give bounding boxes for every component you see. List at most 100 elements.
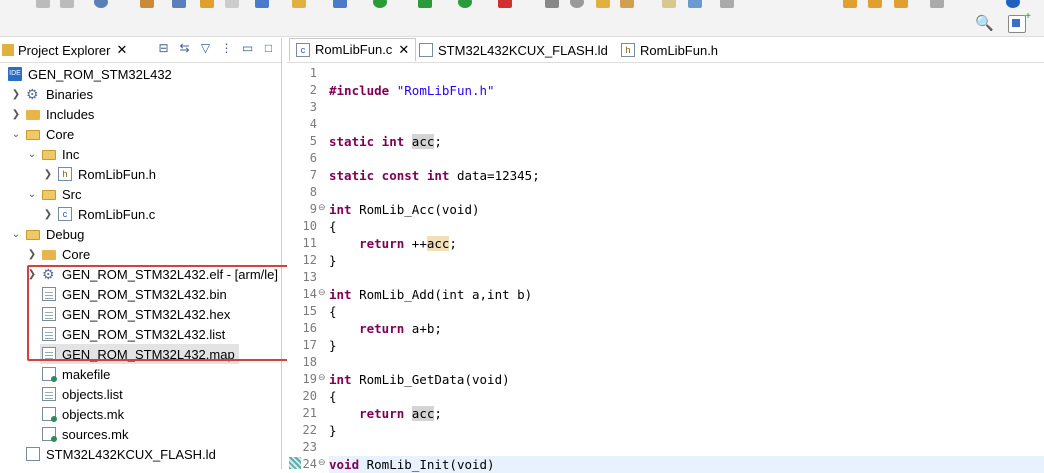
chevron-right-icon[interactable]: ❯	[10, 89, 22, 100]
toolbar-pin-icon[interactable]	[894, 0, 908, 8]
line-number: 11	[302, 236, 317, 250]
tree-item-sources-mk[interactable]: sources.mk	[42, 424, 128, 444]
tree-item-label: RomLibFun.h	[78, 166, 157, 182]
toolbar-edit-icon[interactable]	[688, 0, 702, 8]
header-file-icon: h	[621, 43, 635, 57]
tab-label: STM32L432KCUX_FLASH.ld	[438, 42, 608, 58]
tree-item-objects-mk[interactable]: objects.mk	[42, 404, 124, 424]
tree-item-makefile[interactable]: makefile	[42, 364, 110, 384]
tree-item-romlibfun-h[interactable]: ❯ h RomLibFun.h	[42, 164, 156, 184]
toolbar-c-file-icon[interactable]	[255, 0, 269, 8]
chevron-right-icon[interactable]: ❯	[42, 209, 54, 220]
search-icon[interactable]: 🔍	[975, 14, 994, 32]
toolbar-info-icon[interactable]	[1006, 0, 1020, 8]
tree-item-includes[interactable]: ❯ Includes	[10, 104, 95, 124]
close-icon[interactable]: ✕	[116, 42, 127, 58]
tree-item-binaries[interactable]: ❯ ⚙ Binaries	[10, 84, 93, 104]
chevron-right-icon[interactable]: ❯	[26, 249, 38, 260]
linker-file-icon	[26, 447, 40, 461]
code-token: RomLib_GetData(void)	[351, 372, 510, 387]
chevron-down-icon[interactable]: ⌄	[26, 149, 38, 160]
linker-file-icon	[419, 43, 433, 57]
maximize-icon[interactable]: □	[262, 42, 275, 55]
toolbar-save-icon[interactable]	[36, 0, 50, 8]
folder-icon	[26, 130, 40, 140]
filter-icon[interactable]: ▽	[199, 42, 212, 55]
tree-item-src[interactable]: ⌄ Src	[26, 184, 82, 204]
toolbar-open-folder-icon[interactable]	[596, 0, 610, 8]
tree-item-label: objects.list	[62, 386, 123, 402]
view-menu-icon[interactable]: ⋮	[220, 42, 233, 55]
toolbar-new-file-icon[interactable]	[333, 0, 347, 8]
toolbar-stop-icon[interactable]	[498, 0, 512, 8]
toolbar-hammer-icon[interactable]	[140, 0, 154, 8]
folder-icon	[42, 250, 56, 260]
line-number: 20	[302, 389, 317, 403]
close-icon[interactable]: ✕	[398, 42, 409, 58]
code-token: return	[359, 321, 405, 336]
toolbar-gear-icon[interactable]	[570, 0, 584, 8]
code-token: return	[359, 236, 405, 251]
tab-romlibfun-c[interactable]: c RomLibFun.c ✕	[289, 38, 417, 62]
toolbar-globe-icon[interactable]	[94, 0, 108, 8]
code-token: RomLib_Add(int a,int b)	[351, 287, 533, 302]
code-token: return	[359, 406, 405, 421]
tab-romlibfun-h[interactable]: h RomLibFun.h	[621, 38, 718, 62]
toolbar-highlight-icon[interactable]	[662, 0, 676, 8]
toolbar-prev-edit-icon[interactable]	[843, 0, 857, 8]
toolbar-search-tool-icon[interactable]	[545, 0, 559, 8]
code-token: RomLib_Init(void)	[359, 457, 495, 472]
project-explorer-panel: Project Explorer ✕ ⊟ ⇆ ▽ ⋮ ▭ □ IDE GEN_R…	[0, 38, 282, 469]
chevron-right-icon[interactable]: ❯	[42, 169, 54, 180]
toolbar-folder-icon[interactable]	[292, 0, 306, 8]
toolbar-play-icon[interactable]	[458, 0, 472, 8]
fold-toggle-icon[interactable]: ⊖	[318, 457, 326, 468]
tab-flash-ld[interactable]: STM32L432KCUX_FLASH.ld	[419, 38, 608, 62]
chevron-down-icon[interactable]: ⌄	[26, 189, 38, 200]
line-number-gutter: 1 2 3 4 5 6 7 8 9 ⊖ 10 11 12 13 14 ⊖ 15 …	[287, 63, 327, 471]
code-token: acc	[411, 406, 435, 421]
code-line-20: {	[329, 388, 337, 405]
chevron-down-icon[interactable]: ⌄	[10, 129, 22, 140]
chevron-down-icon[interactable]: ⌄	[10, 229, 22, 240]
c-file-icon: c	[58, 207, 72, 221]
explorer-toolbar: ⊟ ⇆ ▽ ⋮ ▭ □	[157, 42, 275, 55]
tree-item-debug-core[interactable]: ❯ Core	[26, 244, 90, 264]
chevron-right-icon[interactable]: ❯	[10, 109, 22, 120]
code-token: void	[329, 457, 360, 472]
collapse-all-icon[interactable]: ⊟	[157, 42, 170, 55]
tree-item-objects-list[interactable]: objects.list	[42, 384, 123, 404]
toolbar-nav-icon[interactable]	[720, 0, 734, 8]
toolbar-run-icon[interactable]	[373, 0, 387, 8]
fold-toggle-icon[interactable]: ⊖	[318, 372, 326, 383]
fold-toggle-icon[interactable]: ⊖	[318, 287, 326, 298]
tree-item-romlibfun-c[interactable]: ❯ c RomLibFun.c	[42, 204, 156, 224]
open-perspective-icon[interactable]	[1008, 11, 1031, 33]
tree-item-debug[interactable]: ⌄ Debug	[10, 224, 85, 244]
tree-item-core[interactable]: ⌄ Core	[10, 124, 74, 144]
toolbar-pen-icon[interactable]	[620, 0, 634, 8]
toolbar-binary-icon[interactable]	[172, 0, 186, 8]
line-number: 6	[309, 151, 317, 165]
tree-item-inc[interactable]: ⌄ Inc	[26, 144, 80, 164]
tree-item-ld[interactable]: STM32L432KCUX_FLASH.ld	[26, 444, 216, 464]
fold-toggle-icon[interactable]: ⊖	[318, 202, 326, 213]
toolbar-saveall-icon[interactable]	[60, 0, 74, 8]
tree-item-project[interactable]: IDE GEN_ROM_STM32L432	[8, 64, 172, 84]
toolbar-extra-icon[interactable]	[930, 0, 944, 8]
toolbar-forward-icon[interactable]	[225, 0, 239, 8]
code-token: acc	[426, 236, 450, 251]
code-area[interactable]: #include "RomLibFun.h" static int acc; s…	[329, 63, 1044, 473]
link-editor-icon[interactable]: ⇆	[178, 42, 191, 55]
line-number: 3	[309, 100, 317, 114]
toolbar-next-edit-icon[interactable]	[868, 0, 882, 8]
tab-project-explorer[interactable]: Project Explorer ✕	[0, 38, 127, 62]
minimize-icon[interactable]: ▭	[241, 42, 254, 55]
code-token: int	[329, 202, 352, 217]
toolbar-debug-icon[interactable]	[418, 0, 432, 8]
code-line-5: static int acc;	[329, 133, 442, 150]
tree-item-label: Debug	[46, 226, 85, 242]
line-number: 10	[302, 219, 317, 233]
toolbar-back-icon[interactable]	[200, 0, 214, 8]
code-line-21: return acc;	[329, 405, 442, 422]
